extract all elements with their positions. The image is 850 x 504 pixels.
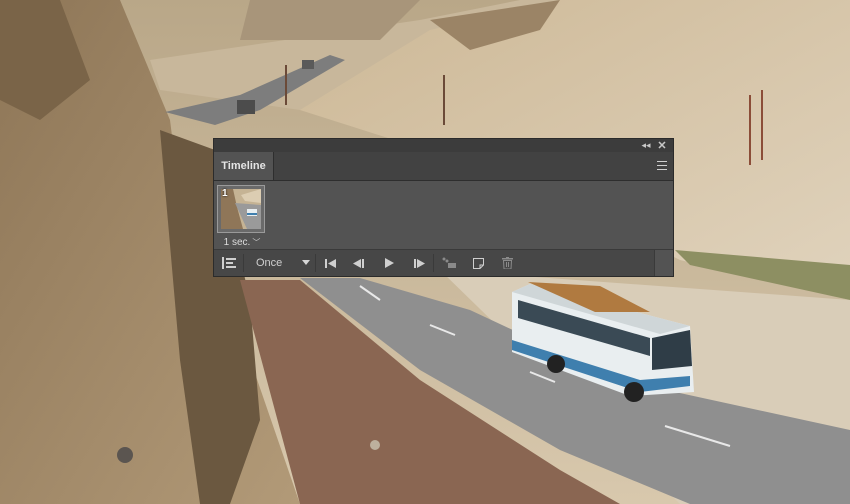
convert-timeline-icon[interactable] [214, 250, 244, 276]
timeline-controls: Once [214, 249, 673, 276]
caret-down-icon [302, 260, 310, 265]
tab-timeline[interactable]: Timeline [214, 152, 274, 180]
frame-delay-value: 1 sec. [223, 236, 251, 248]
panel-resize-corner[interactable] [654, 250, 673, 276]
previous-frame-icon[interactable] [344, 250, 374, 276]
hamburger-menu-icon[interactable] [657, 161, 667, 170]
frames-area: 1 1 sec. ﹀ [214, 181, 673, 251]
frame-item[interactable]: 1 1 sec. ﹀ [217, 185, 265, 249]
delete-frame-icon[interactable] [492, 250, 522, 276]
duplicate-frame-icon[interactable] [464, 250, 492, 276]
frame-number: 1 [222, 188, 228, 199]
play-icon[interactable] [374, 250, 404, 276]
timeline-panel: ◂◂ ✕ Timeline 1 1 sec. ﹀ Once [213, 138, 674, 277]
next-frame-icon[interactable] [404, 250, 434, 276]
panel-title-bar[interactable]: ◂◂ ✕ [214, 139, 673, 152]
panel-tab-bar: Timeline [214, 152, 673, 181]
frame-thumbnail[interactable]: 1 [217, 185, 265, 233]
double-chevron-left-icon[interactable]: ◂◂ [639, 139, 653, 152]
loop-options-value: Once [256, 257, 283, 269]
chevron-down-icon: ﹀ [252, 237, 261, 247]
loop-options-select[interactable]: Once [244, 250, 316, 276]
tween-icon[interactable] [434, 250, 464, 276]
close-icon[interactable]: ✕ [655, 139, 669, 152]
first-frame-icon[interactable] [316, 250, 344, 276]
frame-delay-dropdown[interactable]: 1 sec. ﹀ [217, 236, 267, 248]
